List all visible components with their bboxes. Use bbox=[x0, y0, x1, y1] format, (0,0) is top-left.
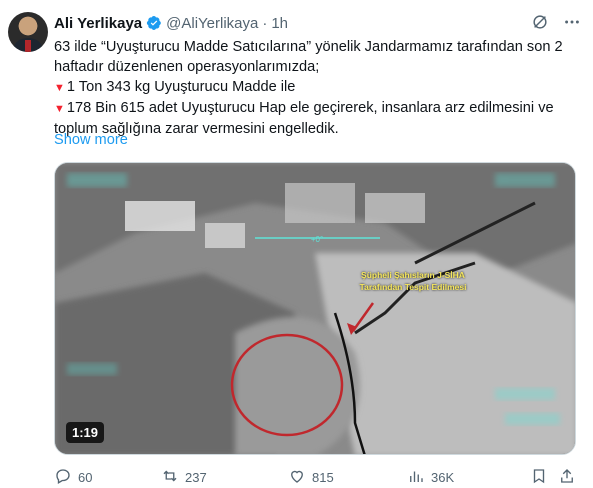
tweet-header: Ali Yerlikaya @AliYerlikaya · 1h bbox=[54, 13, 585, 33]
views-icon bbox=[407, 467, 425, 488]
retweet-icon bbox=[161, 467, 179, 488]
author-handle[interactable]: @AliYerlikaya bbox=[166, 15, 258, 32]
tweet-bullet-1: ▼ 1 Ton 343 kg Uyuşturucu Madde ile bbox=[54, 77, 584, 98]
reply-count: 60 bbox=[78, 469, 93, 485]
more-icon[interactable] bbox=[563, 13, 581, 35]
video-overlay-caption: Şüpheli Şahısların J-SİHA Tarafından Tes… bbox=[338, 269, 488, 293]
retweet-button[interactable]: 237 bbox=[161, 467, 207, 488]
author-name[interactable]: Ali Yerlikaya bbox=[54, 15, 142, 32]
verified-badge-icon bbox=[146, 15, 162, 31]
tweet-text: 63 ilde “Uyuşturucu Madde Satıcılarına” … bbox=[54, 37, 584, 139]
share-icon bbox=[558, 467, 576, 488]
video-player[interactable]: +0° Şüpheli Şahısların J-SİHA Tarafından… bbox=[54, 162, 576, 455]
tweet-bullet-2: ▼ 178 Bin 615 adet Uyuşturucu Hap ele geç… bbox=[54, 98, 584, 139]
like-button[interactable]: 815 bbox=[288, 467, 334, 488]
reply-icon bbox=[54, 467, 72, 488]
bullet-1-text: 1 Ton 343 kg Uyuşturucu Madde ile bbox=[66, 79, 296, 95]
author-avatar[interactable] bbox=[8, 12, 48, 52]
overlay-line-2: Tarafından Tespit Edilmesi bbox=[359, 282, 467, 292]
retweet-count: 237 bbox=[185, 469, 207, 485]
svg-text:+0°: +0° bbox=[311, 235, 323, 244]
tweet-time[interactable]: 1h bbox=[271, 15, 288, 32]
separator-dot: · bbox=[262, 14, 268, 32]
views-button[interactable]: 36K bbox=[407, 467, 454, 488]
views-count: 36K bbox=[431, 469, 455, 485]
drone-footage-frame: +0° bbox=[55, 163, 575, 454]
red-triangle-icon: ▼ bbox=[54, 82, 65, 94]
tweet-actions: 60 237 815 36K bbox=[54, 467, 576, 487]
reply-button[interactable]: 60 bbox=[54, 467, 92, 488]
grok-icon[interactable] bbox=[531, 13, 549, 35]
show-more-link[interactable]: Show more bbox=[54, 132, 128, 148]
overlay-line-1: Şüpheli Şahısların J-SİHA bbox=[361, 270, 465, 280]
red-triangle-icon: ▼ bbox=[54, 103, 65, 115]
like-count: 815 bbox=[312, 469, 334, 485]
heart-icon bbox=[288, 467, 306, 488]
tweet-line-1: 63 ilde “Uyuşturucu Madde Satıcılarına” … bbox=[54, 39, 563, 75]
bookmark-icon bbox=[530, 467, 548, 488]
video-duration: 1:19 bbox=[66, 422, 105, 443]
share-button[interactable] bbox=[558, 467, 576, 488]
bookmark-button[interactable] bbox=[530, 467, 548, 488]
bullet-2-text: 178 Bin 615 adet Uyuşturucu Hap ele geçi… bbox=[54, 100, 554, 137]
